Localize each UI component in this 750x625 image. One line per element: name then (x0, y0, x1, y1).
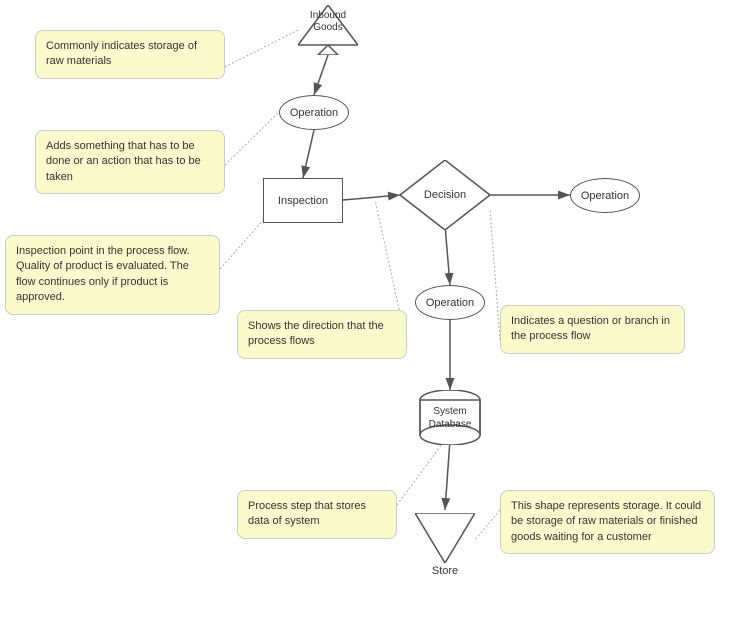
shape-operation3: Operation (415, 285, 485, 320)
shape-operation2: Operation (570, 178, 640, 213)
tooltip-storage: Commonly indicates storage of raw materi… (35, 30, 225, 79)
shape-inspection: Inspection (263, 178, 343, 223)
tooltip-decision: Indicates a question or branch in the pr… (500, 305, 685, 354)
shape-systemdb: System Database (415, 390, 485, 445)
shape-store: Store (415, 510, 475, 565)
tooltip-storage-text: Commonly indicates storage of raw materi… (46, 40, 197, 67)
store-label: Store (432, 565, 458, 577)
tooltip-arrow-text: Shows the direction that the process flo… (248, 320, 384, 347)
tooltip-operation: Adds something that has to be done or an… (35, 130, 225, 194)
tooltip-inspection-text: Inspection point in the process flow. Qu… (16, 245, 190, 303)
tooltip-inspection: Inspection point in the process flow. Qu… (5, 235, 220, 315)
diagram: Inbound Goods Operation Inspection Decis… (0, 0, 750, 625)
tooltip-storage2-text: This shape represents storage. It could … (511, 500, 701, 543)
tooltip-dbstore: Process step that stores data of system (237, 490, 397, 539)
tooltip-storage2: This shape represents storage. It could … (500, 490, 715, 554)
systemdb-label: System Database (429, 405, 472, 431)
decision-label: Decision (424, 189, 466, 201)
tooltip-dbstore-text: Process step that stores data of system (248, 500, 366, 527)
operation2-label: Operation (581, 190, 629, 202)
operation1-label: Operation (290, 107, 338, 119)
shape-inbound: Inbound Goods (298, 5, 358, 55)
shape-operation1: Operation (279, 95, 349, 130)
shape-decision: Decision (400, 160, 490, 230)
inspection-label: Inspection (278, 195, 328, 207)
tooltip-operation-text: Adds something that has to be done or an… (46, 140, 201, 183)
operation3-label: Operation (426, 297, 474, 309)
store-svg (415, 513, 475, 563)
inbound-label: Inbound Goods (298, 10, 358, 34)
tooltip-decision-text: Indicates a question or branch in the pr… (511, 315, 670, 342)
tooltip-arrow: Shows the direction that the process flo… (237, 310, 407, 359)
